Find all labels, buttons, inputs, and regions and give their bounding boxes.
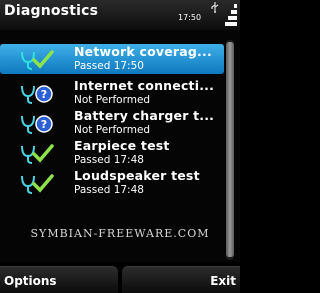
watermark: SYMBIAN-FREEWARE.COM xyxy=(30,227,210,240)
test-status: Not Performed xyxy=(74,124,151,136)
check-icon xyxy=(21,174,54,194)
test-status: Passed 17:50 xyxy=(74,60,144,72)
test-status: Passed 17:48 xyxy=(74,154,144,166)
check-icon xyxy=(21,50,54,70)
test-name: Battery charger t... xyxy=(74,108,215,123)
question-icon: ? xyxy=(21,85,53,104)
test-status: Passed 17:48 xyxy=(74,184,144,196)
test-name: Internet connecti... xyxy=(74,78,215,93)
test-name: Loudspeaker test xyxy=(74,168,200,183)
signal-strength-icon xyxy=(225,4,237,26)
options-softkey[interactable]: Options xyxy=(0,266,118,293)
page-title: Diagnostics xyxy=(4,3,99,19)
diagnostics-screen: Diagnostics 17:50 Network coverag... Pas… xyxy=(0,0,240,293)
usb-icon xyxy=(211,2,219,13)
options-label: Options xyxy=(4,274,57,288)
svg-text:?: ? xyxy=(41,88,47,101)
scrollbar-thumb[interactable] xyxy=(226,42,234,257)
clock: 17:50 xyxy=(178,13,202,22)
softkey-bar: Options Exit xyxy=(0,262,240,293)
question-icon: ? xyxy=(21,115,53,134)
list-item-earpiece-test[interactable]: Earpiece test Passed 17:48 xyxy=(0,138,224,168)
exit-softkey[interactable]: Exit xyxy=(122,266,240,293)
exit-label: Exit xyxy=(210,274,236,288)
list-item-internet-connection[interactable]: ? Internet connecti... Not Performed xyxy=(0,78,224,108)
list-item-loudspeaker-test[interactable]: Loudspeaker test Passed 17:48 xyxy=(0,168,224,198)
list-item-network-coverage[interactable]: Network coverag... Passed 17:50 xyxy=(0,44,224,74)
test-name: Earpiece test xyxy=(74,138,170,153)
svg-text:?: ? xyxy=(41,118,47,131)
test-status: Not Performed xyxy=(74,94,151,106)
test-name: Network coverag... xyxy=(74,44,212,59)
list-item-battery-charger-test[interactable]: ? Battery charger t... Not Performed xyxy=(0,108,224,138)
title-bar: Diagnostics 17:50 xyxy=(0,0,240,30)
check-icon xyxy=(21,144,54,164)
